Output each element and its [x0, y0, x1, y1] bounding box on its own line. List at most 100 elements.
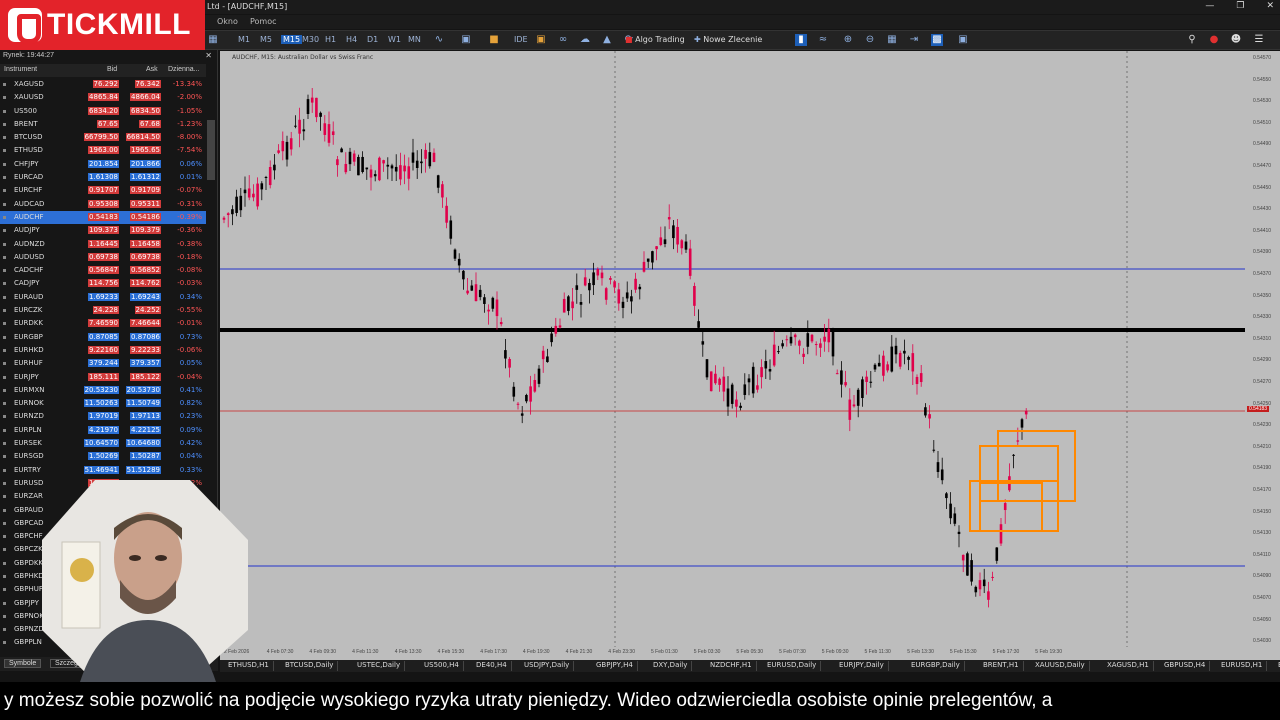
market-watch-row[interactable]: AUDJPY 109.373 109.379 -0.36%	[0, 224, 206, 237]
timeframe-m1[interactable]: M1	[238, 35, 250, 44]
market-watch-row[interactable]: ETHUSD 1963.00 1965.65 -7.54%	[0, 144, 206, 157]
cloud-icon[interactable]: ☁	[579, 34, 591, 46]
market-watch-row[interactable]: AUDNZD 1.16445 1.16458 -0.38%	[0, 238, 206, 251]
candles-icon[interactable]: ▮	[795, 34, 807, 46]
timeframe-h4[interactable]: H4	[346, 35, 357, 44]
candlestick-chart[interactable]	[220, 51, 1245, 647]
market-watch-row[interactable]: EURDKK 7.46590 7.46644 -0.01%	[0, 317, 206, 330]
price-tick-label: 0.54210	[1253, 443, 1272, 450]
algo-trading-button[interactable]: ■ Algo Trading	[625, 35, 685, 44]
chart-tab[interactable]: EURJPY,Daily	[835, 661, 889, 671]
close-icon[interactable]: ✕	[205, 51, 212, 60]
chart-tab[interactable]: GBPJPY,H4	[592, 661, 638, 671]
chart-tab[interactable]: USDJPY,Daily	[520, 661, 575, 671]
market-watch-row[interactable]: EURSEK 10.64570 10.64680 0.42%	[0, 437, 206, 450]
scrollbar[interactable]	[207, 120, 215, 180]
col-bid[interactable]: Bid	[107, 66, 117, 73]
market-watch-row[interactable]: EURNOK 11.50263 11.50749 0.82%	[0, 397, 206, 410]
timeframe-w1[interactable]: W1	[388, 35, 401, 44]
market-watch-row[interactable]: CHFJPY 201.854 201.866 0.06%	[0, 158, 206, 171]
menu-window[interactable]: Okno	[217, 17, 238, 26]
chart-tab[interactable]: XAGUSD,H1	[1103, 661, 1154, 671]
market-watch-row[interactable]: EURSGD 1.50269 1.50287 0.04%	[0, 450, 206, 463]
market-watch-row[interactable]: EURCHF 0.91707 0.91709 -0.07%	[0, 184, 206, 197]
market-watch-row[interactable]: AUDCHF 0.54183 0.54186 -0.39%	[0, 210, 206, 225]
notification-icon[interactable]: ●	[1208, 34, 1220, 46]
chart-tab[interactable]: EURUSD,Daily	[763, 661, 822, 671]
market-watch-row[interactable]: EURJPY 185.111 185.122 -0.04%	[0, 371, 206, 384]
market-watch-row[interactable]: EURHUF 379.244 379.357 0.05%	[0, 357, 206, 370]
timeframe-m5[interactable]: M5	[260, 35, 272, 44]
market-watch-row[interactable]: EURHKD 9.22160 9.22233 -0.06%	[0, 344, 206, 357]
chart-tab[interactable]: GBPUSD,H4	[1160, 661, 1211, 671]
market-watch-row[interactable]: US500 6834.20 6834.50 -1.05%	[0, 105, 206, 118]
template-icon[interactable]: ▣	[460, 34, 472, 46]
timeframe-d1[interactable]: D1	[367, 35, 378, 44]
market-watch-row[interactable]: EURCZK 24.228 24.252 -0.55%	[0, 304, 206, 317]
zoom-out-icon[interactable]: ⊖	[864, 34, 876, 46]
market-icon[interactable]: ▲	[601, 34, 613, 46]
time-axis[interactable]: 2 Feb 2026 4 Feb 07:30 4 Feb 09:30 4 Feb 11…	[220, 647, 1245, 660]
line-chart-icon[interactable]: ≈	[817, 34, 829, 46]
timeframe-m15[interactable]: M15	[281, 35, 303, 44]
account-icon[interactable]: ☻	[1230, 34, 1242, 46]
market-watch-row[interactable]: CADJPY 114.756 114.762 -0.03%	[0, 277, 206, 290]
market-watch-row[interactable]: BRENT 67.65 67.68 -1.23%	[0, 118, 206, 131]
market-watch-row[interactable]: EURPLN 4.21970 4.22125 0.09%	[0, 424, 206, 437]
chart-tab[interactable]: USTEC,Daily	[353, 661, 406, 671]
chart-tab[interactable]: BTCUSD,Daily	[281, 661, 339, 671]
market-watch-row[interactable]: EURCAD 1.61308 1.61312 0.01%	[0, 171, 206, 184]
ide-button[interactable]: IDE	[514, 35, 528, 44]
timeframe-m30[interactable]: M30	[302, 35, 319, 44]
grid-icon[interactable]: ▦	[207, 34, 219, 46]
market-watch-row[interactable]: AUDUSD 0.69738 0.69738 -0.18%	[0, 251, 206, 264]
lock-icon[interactable]: ▣	[535, 34, 547, 46]
autoscroll-icon[interactable]: ⇥	[908, 34, 920, 46]
market-watch-row[interactable]: EURMXN 20.53230 20.53730 0.41%	[0, 384, 206, 397]
col-instrument[interactable]: Instrument	[4, 66, 37, 73]
indicator-icon[interactable]: ■	[488, 34, 500, 46]
menu-help[interactable]: Pomoc	[250, 17, 277, 26]
market-watch-row[interactable]: XAGUSD 76.292 76.342 -13.34%	[0, 78, 206, 91]
minimize-icon[interactable]: —	[1205, 1, 1214, 11]
chart-tab[interactable]: US500,H4	[420, 661, 464, 671]
timeframe-h1[interactable]: H1	[325, 35, 336, 44]
close-icon[interactable]: ✕	[1266, 1, 1274, 11]
new-order-button[interactable]: ✚ Nowe Zlecenie	[694, 35, 762, 44]
restore-icon[interactable]: ❐	[1236, 1, 1244, 11]
zoom-in-icon[interactable]: ⊕	[842, 34, 854, 46]
chart-tab[interactable]: EURGBP,Daily	[907, 661, 965, 671]
market-watch-row[interactable]: AUDCAD 0.95308 0.95311 -0.31%	[0, 198, 206, 211]
chart-tab[interactable]: EURUSD,H1	[1217, 661, 1268, 671]
search-icon[interactable]: ⚲	[1186, 34, 1198, 46]
bid-price: 1.97019	[88, 412, 119, 421]
market-watch-row[interactable]: EURAUD 1.69233 1.69243 0.34%	[0, 291, 206, 304]
market-watch-row[interactable]: XAUUSD 4865.84 4866.04 -2.00%	[0, 91, 206, 104]
market-watch-row[interactable]: CADCHF 0.56847 0.56852 -0.08%	[0, 264, 206, 277]
chart-tab[interactable]: NZDCHF,H1	[706, 661, 757, 671]
chart-tab[interactable]: EURAUD,M	[1274, 661, 1280, 671]
col-daily-change[interactable]: Dzienna...	[168, 66, 200, 73]
symbol-name: CADJPY	[14, 279, 40, 288]
signal-icon[interactable]: ∞	[557, 34, 569, 46]
chart-tab[interactable]: XAUUSD,Daily	[1031, 661, 1090, 671]
tile-icon[interactable]: ▦	[886, 34, 898, 46]
screenshot-icon[interactable]: ▣	[957, 34, 969, 46]
market-watch-row[interactable]: BTCUSD 66799.50 66814.50 -8.00%	[0, 131, 206, 144]
daily-change: -0.38%	[177, 239, 202, 248]
chart-type-icon[interactable]: ∿	[433, 34, 445, 46]
chart-tab[interactable]: BRENT,H1	[979, 661, 1024, 671]
symbol-name: GBPPLN	[14, 638, 42, 647]
chart-tab[interactable]: DE40,H4	[472, 661, 512, 671]
chart-tab[interactable]: DXY,Daily	[649, 661, 693, 671]
price-axis[interactable]: 0.54570 0.54550 0.54530 0.54510 0.54490 0.544…	[1245, 51, 1280, 660]
settings-icon[interactable]: ☰	[1253, 34, 1265, 46]
chart-shift-icon[interactable]: ▩	[931, 34, 943, 46]
tab-symbols[interactable]: Symbole	[4, 659, 42, 668]
timeframe-mn[interactable]: MN	[408, 35, 421, 44]
candle-body	[436, 175, 440, 188]
market-watch-row[interactable]: EURNZD 1.97019 1.97113 0.23%	[0, 410, 206, 423]
chart-area[interactable]: AUDCHF, M15: Australian Dollar vs Swiss …	[220, 51, 1280, 660]
col-ask[interactable]: Ask	[146, 66, 158, 73]
market-watch-row[interactable]: EURGBP 0.87085 0.87086 0.73%	[0, 331, 206, 344]
